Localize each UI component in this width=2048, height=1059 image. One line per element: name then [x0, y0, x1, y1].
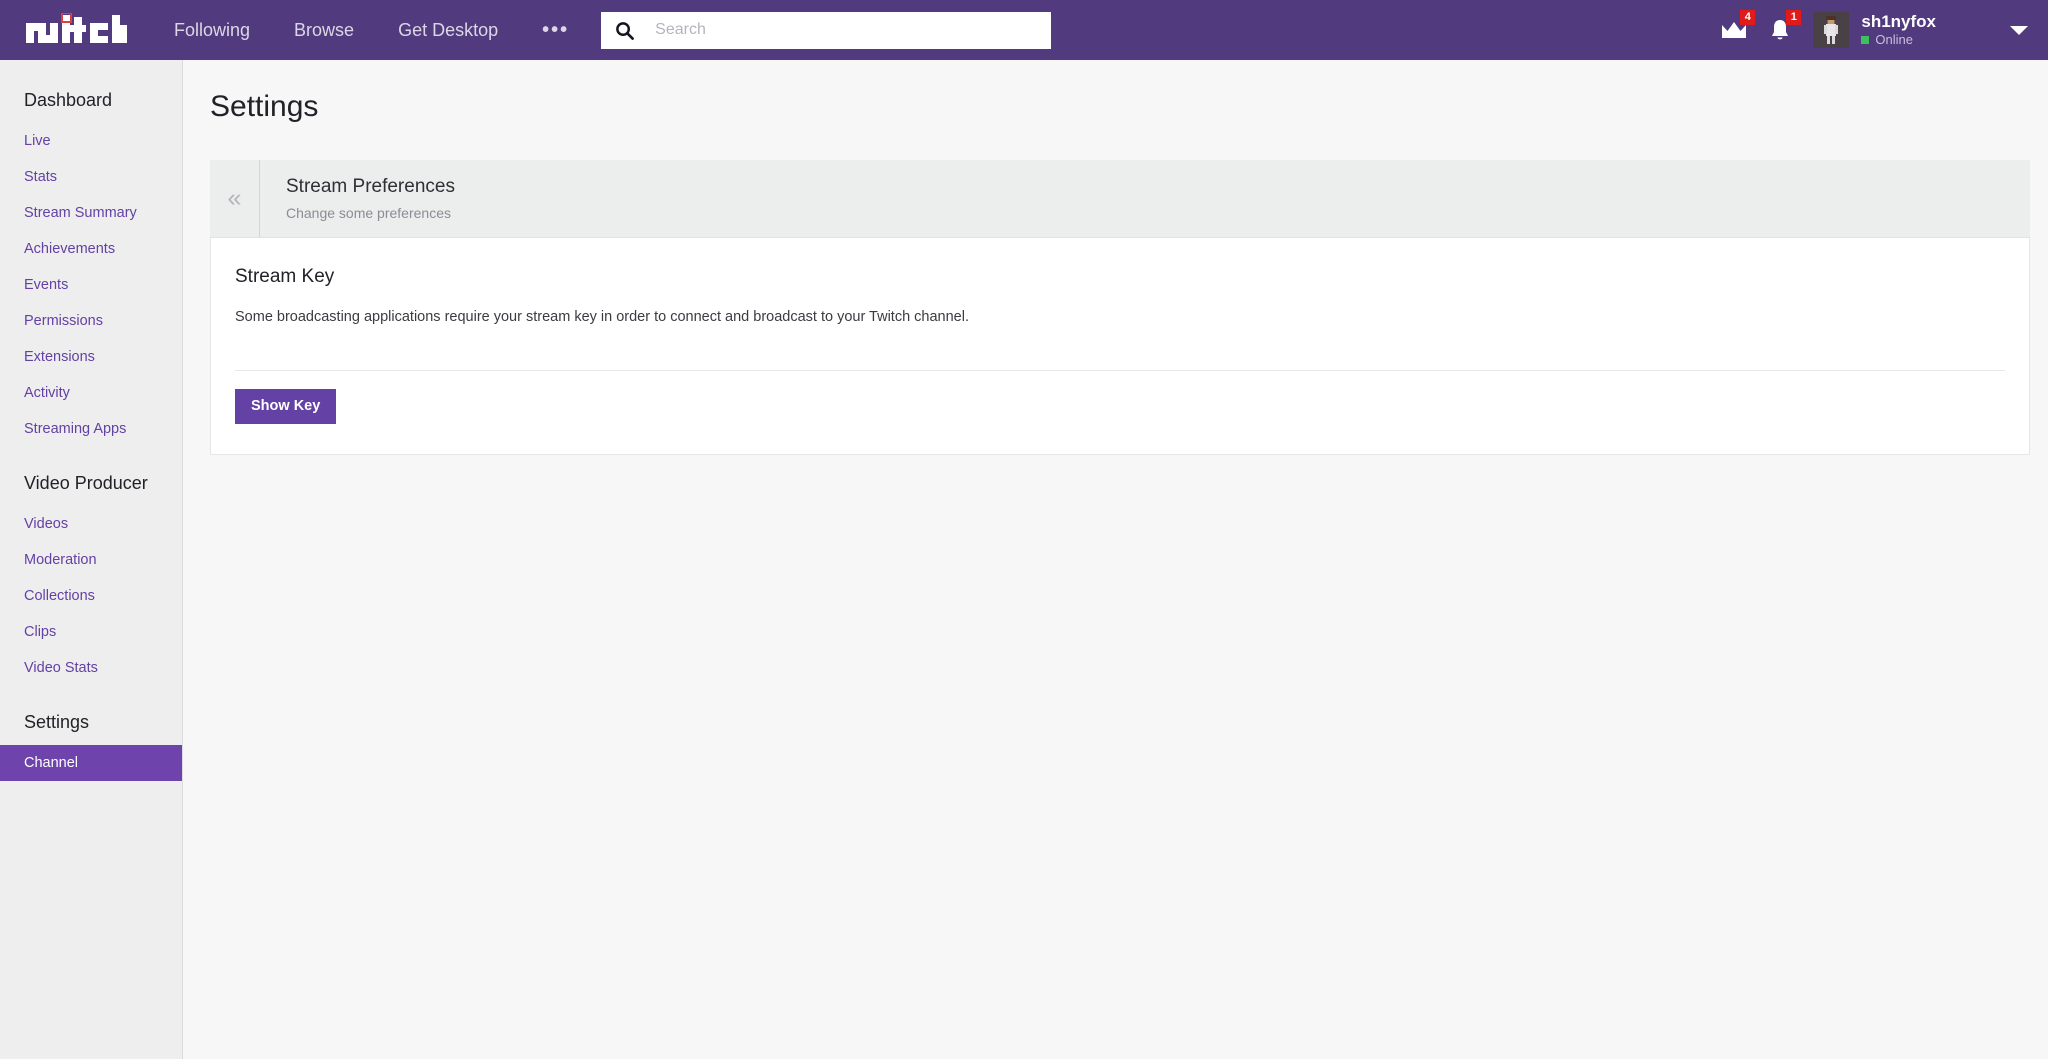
sidebar-divider-2: [0, 686, 182, 702]
whispers-button[interactable]: 4: [1711, 10, 1757, 50]
twitch-logo[interactable]: [22, 10, 130, 50]
sidebar-item-achievements[interactable]: Achievements: [0, 231, 182, 267]
panel-header: « Stream Preferences Change some prefere…: [210, 160, 2030, 238]
sidebar-item-streaming-apps[interactable]: Streaming Apps: [0, 411, 182, 447]
sidebar-item-clips[interactable]: Clips: [0, 614, 182, 650]
sidebar-item-extensions[interactable]: Extensions: [0, 339, 182, 375]
sidebar-heading-video-producer: Video Producer: [24, 473, 148, 493]
card-divider: [235, 370, 2005, 371]
sidebar-item-activity[interactable]: Activity: [0, 375, 182, 411]
collapse-sidebar-icon[interactable]: «: [210, 160, 260, 237]
sidebar-item-events[interactable]: Events: [0, 267, 182, 303]
notifications-button[interactable]: 1: [1757, 10, 1803, 50]
nav-link-browse[interactable]: Browse: [272, 0, 376, 60]
panel-title: Stream Preferences: [286, 175, 455, 197]
more-options-icon[interactable]: •••: [520, 0, 591, 60]
nav-link-following[interactable]: Following: [152, 0, 272, 60]
sidebar-item-stream-summary[interactable]: Stream Summary: [0, 195, 182, 231]
user-status: Online: [1861, 32, 1936, 48]
sidebar-item-videos[interactable]: Videos: [0, 506, 182, 542]
user-name: sh1nyfox: [1861, 12, 1936, 31]
sidebar-item-moderation[interactable]: Moderation: [0, 542, 182, 578]
nav-right-cluster: 4 1 sh1nyfox Online: [1711, 0, 2048, 60]
sidebar: Dashboard Live Stats Stream Summary Achi…: [0, 60, 183, 1059]
user-status-label: Online: [1875, 32, 1913, 47]
search-box[interactable]: [601, 11, 1052, 49]
avatar[interactable]: [1813, 12, 1850, 48]
notifications-badge: 1: [1786, 10, 1802, 25]
whispers-badge: 4: [1740, 10, 1756, 25]
stream-key-description: Some broadcasting applications require y…: [235, 309, 969, 325]
stream-key-card: Stream Key Some broadcasting application…: [210, 238, 2030, 455]
sidebar-item-collections[interactable]: Collections: [0, 578, 182, 614]
panel-subtitle: Change some preferences: [286, 204, 451, 221]
stream-key-title: Stream Key: [235, 266, 335, 287]
sidebar-item-stats[interactable]: Stats: [0, 159, 182, 195]
page-title: Settings: [210, 90, 319, 123]
sidebar-heading-dashboard: Dashboard: [24, 90, 113, 110]
online-status-dot: [1861, 36, 1870, 44]
primary-nav-links: Following Browse Get Desktop •••: [152, 0, 591, 60]
panel-header-text: Stream Preferences Change some preferenc…: [260, 160, 455, 237]
chevron-down-icon[interactable]: [2010, 25, 2028, 35]
sidebar-heading-settings: Settings: [24, 712, 90, 732]
nav-link-get-desktop[interactable]: Get Desktop: [376, 0, 520, 60]
sidebar-item-live[interactable]: Live: [0, 123, 182, 159]
search-icon: [607, 21, 641, 40]
show-key-button[interactable]: Show Key: [235, 389, 337, 424]
top-navigation-bar: Following Browse Get Desktop ••• 4 1: [0, 0, 2048, 60]
sidebar-item-channel[interactable]: Channel: [0, 745, 182, 781]
main-content: Settings « Stream Preferences Change som…: [184, 60, 2048, 1059]
search-input[interactable]: [641, 11, 1052, 49]
stream-preferences-panel: « Stream Preferences Change some prefere…: [210, 160, 2030, 455]
sidebar-divider-1: [0, 447, 182, 463]
user-menu[interactable]: sh1nyfox Online: [1861, 12, 1936, 48]
sidebar-item-video-stats[interactable]: Video Stats: [0, 650, 182, 686]
sidebar-item-permissions[interactable]: Permissions: [0, 303, 182, 339]
